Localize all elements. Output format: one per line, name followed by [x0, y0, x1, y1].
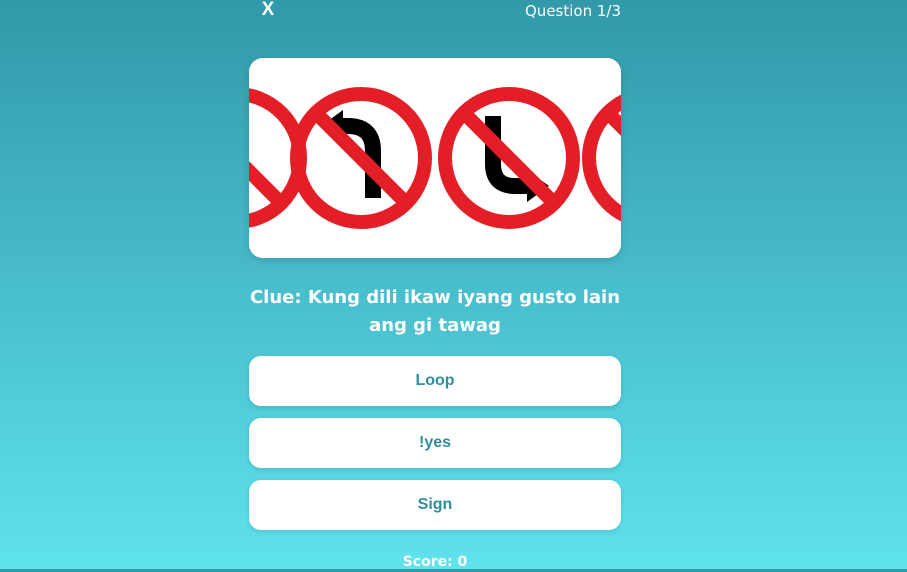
traffic-signs-image [249, 58, 621, 258]
answer-option-sign[interactable]: Sign [249, 480, 621, 530]
question-clue: Clue: Kung dili ikaw iyang gusto lain an… [249, 287, 621, 336]
answer-option-loop[interactable]: Loop [249, 356, 621, 406]
answer-option-yes[interactable]: !yes [249, 418, 621, 468]
close-button[interactable]: X [259, 0, 277, 21]
question-image-card [249, 58, 621, 258]
score-display: Score: 0 [402, 554, 468, 570]
question-progress: Question 1/3 [525, 2, 621, 20]
